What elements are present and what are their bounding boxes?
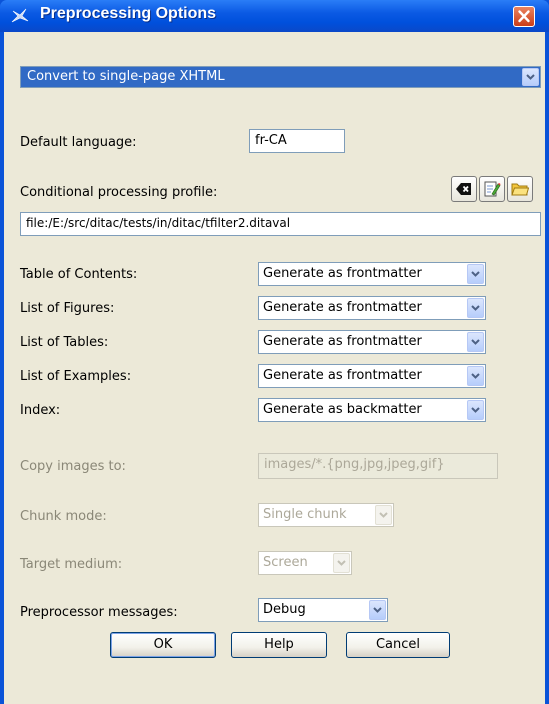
chevron-down-icon: [471, 407, 480, 413]
cancel-button[interactable]: Cancel: [346, 632, 450, 658]
copy-images-field[interactable]: images/*.{png,jpg,jpeg,gif}: [258, 453, 498, 479]
chevron-down-icon: [471, 271, 480, 277]
edit-profile-button[interactable]: [479, 176, 505, 202]
clear-field-icon: [456, 183, 471, 195]
toc-select[interactable]: Generate as frontmatter: [258, 262, 486, 286]
edit-file-icon: [484, 181, 501, 197]
copy-images-label: Copy images to:: [20, 459, 126, 474]
tables-dropdown-button[interactable]: [467, 332, 484, 352]
figures-select[interactable]: Generate as frontmatter: [258, 296, 486, 320]
index-dropdown-button[interactable]: [467, 400, 484, 420]
close-button[interactable]: [513, 6, 535, 27]
target-medium-dropdown-button[interactable]: [333, 553, 350, 573]
mode-select[interactable]: Convert to single-page XHTML: [20, 66, 541, 88]
profile-path-field[interactable]: file:/E:/src/ditac/tests/in/ditac/tfilte…: [20, 212, 541, 236]
default-language-value: fr-CA: [255, 133, 287, 148]
examples-dropdown-button[interactable]: [467, 366, 484, 386]
index-label: Index:: [20, 403, 61, 418]
target-medium-value: Screen: [263, 555, 308, 570]
clear-profile-button[interactable]: [451, 176, 477, 202]
ok-button[interactable]: OK: [110, 632, 216, 658]
chevron-down-icon: [526, 74, 535, 80]
mode-select-value: Convert to single-page XHTML: [27, 69, 225, 84]
default-language-label: Default language:: [20, 135, 137, 150]
examples-select[interactable]: Generate as frontmatter: [258, 364, 486, 388]
chevron-down-icon: [373, 607, 382, 613]
window-title: Preprocessing Options: [40, 5, 217, 22]
help-button[interactable]: Help: [231, 632, 327, 658]
messages-select-value: Debug: [263, 602, 306, 617]
title-bar[interactable]: Preprocessing Options: [0, 0, 549, 32]
messages-select[interactable]: Debug: [258, 598, 388, 622]
profile-path-value: file:/E:/src/ditac/tests/in/ditac/tfilte…: [26, 216, 291, 230]
chevron-down-icon: [471, 305, 480, 311]
open-profile-button[interactable]: [507, 176, 533, 202]
messages-dropdown-button[interactable]: [369, 600, 386, 620]
chunk-mode-dropdown-button[interactable]: [375, 505, 392, 525]
toc-select-value: Generate as frontmatter: [263, 266, 422, 281]
chevron-down-icon: [379, 512, 388, 518]
toc-dropdown-button[interactable]: [467, 264, 484, 284]
copy-images-value: images/*.{png,jpg,jpeg,gif}: [264, 457, 445, 472]
chevron-down-icon: [337, 560, 346, 566]
default-language-field[interactable]: fr-CA: [249, 129, 345, 153]
examples-label: List of Examples:: [20, 369, 132, 384]
mode-dropdown-button[interactable]: [522, 68, 539, 86]
toc-label: Table of Contents:: [20, 267, 138, 282]
figures-dropdown-button[interactable]: [467, 298, 484, 318]
dialog-window: Preprocessing Options Convert to single-…: [0, 0, 549, 704]
chunk-mode-label: Chunk mode:: [20, 509, 107, 524]
close-icon: [518, 10, 530, 23]
tables-label: List of Tables:: [20, 335, 109, 350]
target-medium-label: Target medium:: [20, 557, 123, 572]
index-select[interactable]: Generate as backmatter: [258, 398, 486, 422]
messages-label: Preprocessor messages:: [20, 605, 178, 620]
examples-select-value: Generate as frontmatter: [263, 368, 422, 383]
chevron-down-icon: [471, 373, 480, 379]
xmlmind-window-icon: [11, 8, 29, 23]
profile-label: Conditional processing profile:: [20, 185, 218, 200]
tables-select-value: Generate as frontmatter: [263, 334, 422, 349]
figures-label: List of Figures:: [20, 301, 115, 316]
chevron-down-icon: [471, 339, 480, 345]
figures-select-value: Generate as frontmatter: [263, 300, 422, 315]
tables-select[interactable]: Generate as frontmatter: [258, 330, 486, 354]
index-select-value: Generate as backmatter: [263, 402, 422, 417]
open-folder-icon: [511, 183, 529, 196]
target-medium-select[interactable]: Screen: [258, 551, 352, 575]
chunk-mode-value: Single chunk: [263, 507, 347, 522]
chunk-mode-select[interactable]: Single chunk: [258, 503, 394, 527]
